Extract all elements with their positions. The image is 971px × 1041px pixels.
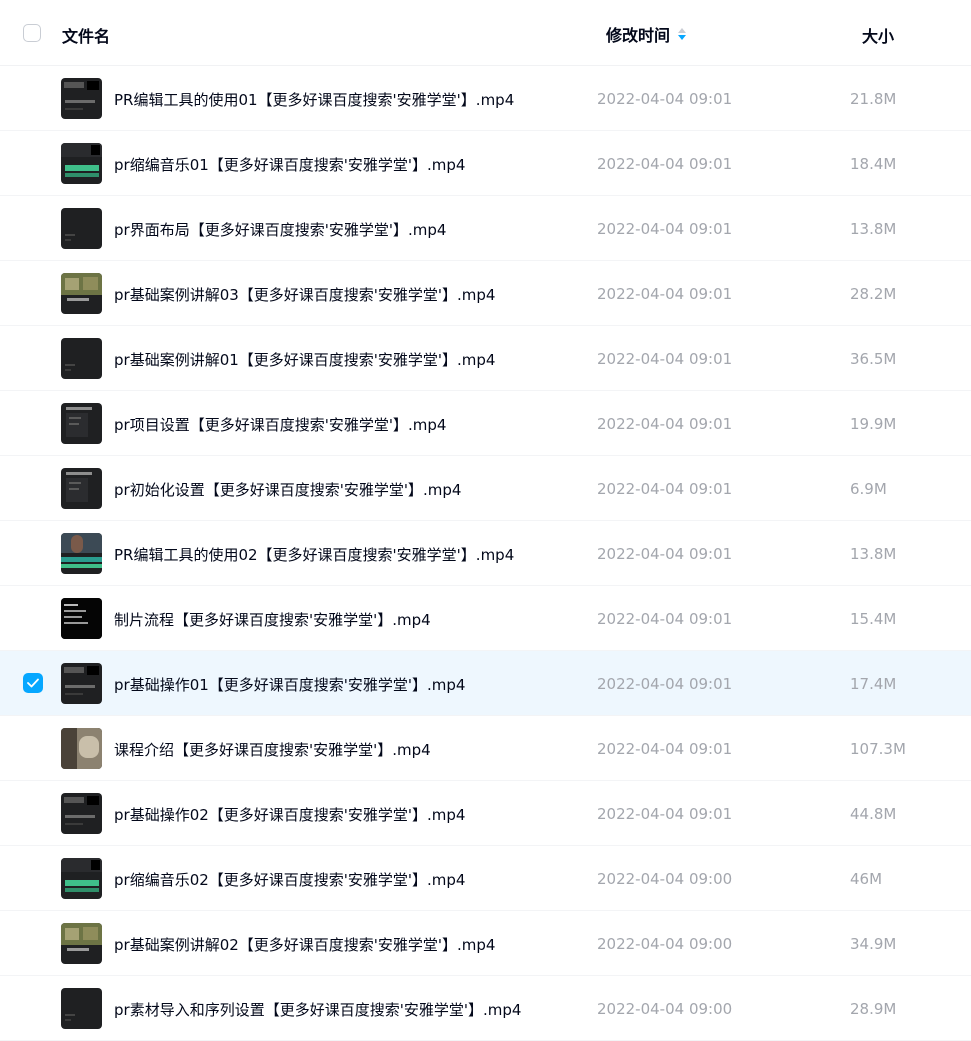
file-size: 15.4M — [850, 610, 897, 628]
file-row[interactable]: pr基础操作01【更多好课百度搜索'安雅学堂'】.mp4 2022-04-04 0… — [0, 651, 971, 716]
file-list-header: 文件名 修改时间 大小 — [0, 0, 971, 66]
file-name[interactable]: pr基础操作02【更多好课百度搜索'安雅学堂'】.mp4 — [114, 804, 465, 825]
video-thumbnail[interactable] — [61, 858, 102, 899]
column-header-modified-time[interactable]: 修改时间 — [606, 22, 670, 46]
sort-descending-icon[interactable] — [677, 27, 687, 41]
file-modified-time: 2022-04-04 09:01 — [597, 675, 733, 693]
file-name[interactable]: pr素材导入和序列设置【更多好课百度搜索'安雅学堂'】.mp4 — [114, 999, 521, 1020]
file-row[interactable]: pr缩编音乐02【更多好课百度搜索'安雅学堂'】.mp4 2022-04-04 0… — [0, 846, 971, 911]
video-thumbnail[interactable] — [61, 208, 102, 249]
file-size: 44.8M — [850, 805, 897, 823]
file-size: 18.4M — [850, 155, 897, 173]
row-checkbox[interactable] — [23, 478, 43, 498]
file-name[interactable]: PR编辑工具的使用01【更多好课百度搜索'安雅学堂'】.mp4 — [114, 89, 514, 110]
row-checkbox[interactable] — [23, 998, 43, 1018]
file-row[interactable]: pr基础案例讲解03【更多好课百度搜索'安雅学堂'】.mp4 2022-04-04… — [0, 261, 971, 326]
file-name[interactable]: pr基础案例讲解03【更多好课百度搜索'安雅学堂'】.mp4 — [114, 284, 495, 305]
file-row[interactable]: pr项目设置【更多好课百度搜索'安雅学堂'】.mp4 2022-04-04 09:… — [0, 391, 971, 456]
video-thumbnail[interactable] — [61, 143, 102, 184]
row-checkbox[interactable] — [23, 218, 43, 238]
row-checkbox[interactable] — [23, 868, 43, 888]
row-checkbox[interactable] — [23, 283, 43, 303]
file-name[interactable]: pr基础案例讲解02【更多好课百度搜索'安雅学堂'】.mp4 — [114, 934, 495, 955]
row-checkbox[interactable] — [23, 153, 43, 173]
checkmark-icon — [27, 678, 39, 688]
file-modified-time: 2022-04-04 09:01 — [597, 545, 733, 563]
file-modified-time: 2022-04-04 09:01 — [597, 740, 733, 758]
file-row[interactable]: pr基础案例讲解01【更多好课百度搜索'安雅学堂'】.mp4 2022-04-04… — [0, 326, 971, 391]
video-thumbnail[interactable] — [61, 988, 102, 1029]
file-name[interactable]: pr界面布局【更多好课百度搜索'安雅学堂'】.mp4 — [114, 219, 446, 240]
file-size: 107.3M — [850, 740, 906, 758]
row-checkbox[interactable] — [23, 413, 43, 433]
file-name[interactable]: pr初始化设置【更多好课百度搜索'安雅学堂'】.mp4 — [114, 479, 461, 500]
file-modified-time: 2022-04-04 09:00 — [597, 935, 733, 953]
video-thumbnail[interactable] — [61, 403, 102, 444]
file-modified-time: 2022-04-04 09:01 — [597, 285, 733, 303]
file-size: 46M — [850, 870, 883, 888]
file-row[interactable]: pr素材导入和序列设置【更多好课百度搜索'安雅学堂'】.mp4 2022-04-0… — [0, 976, 971, 1041]
file-row[interactable]: pr基础操作02【更多好课百度搜索'安雅学堂'】.mp4 2022-04-04 0… — [0, 781, 971, 846]
video-thumbnail[interactable] — [61, 793, 102, 834]
file-size: 34.9M — [850, 935, 897, 953]
file-modified-time: 2022-04-04 09:01 — [597, 610, 733, 628]
row-checkbox[interactable] — [23, 608, 43, 628]
file-name[interactable]: pr缩编音乐01【更多好课百度搜索'安雅学堂'】.mp4 — [114, 154, 465, 175]
row-checkbox[interactable] — [23, 348, 43, 368]
file-name[interactable]: pr项目设置【更多好课百度搜索'安雅学堂'】.mp4 — [114, 414, 446, 435]
row-checkbox[interactable] — [23, 803, 43, 823]
file-row[interactable]: pr界面布局【更多好课百度搜索'安雅学堂'】.mp4 2022-04-04 09:… — [0, 196, 971, 261]
file-size: 6.9M — [850, 480, 887, 498]
file-modified-time: 2022-04-04 09:00 — [597, 870, 733, 888]
file-modified-time: 2022-04-04 09:00 — [597, 1000, 733, 1018]
file-row[interactable]: 课程介绍【更多好课百度搜索'安雅学堂'】.mp4 2022-04-04 09:01… — [0, 716, 971, 781]
video-thumbnail[interactable] — [61, 923, 102, 964]
file-name[interactable]: pr基础操作01【更多好课百度搜索'安雅学堂'】.mp4 — [114, 674, 465, 695]
file-size: 28.9M — [850, 1000, 897, 1018]
file-name[interactable]: pr基础案例讲解01【更多好课百度搜索'安雅学堂'】.mp4 — [114, 349, 495, 370]
file-modified-time: 2022-04-04 09:01 — [597, 350, 733, 368]
video-thumbnail[interactable] — [61, 663, 102, 704]
file-name[interactable]: 制片流程【更多好课百度搜索'安雅学堂'】.mp4 — [114, 609, 431, 630]
select-all-checkbox[interactable] — [23, 24, 41, 42]
file-row[interactable]: pr初始化设置【更多好课百度搜索'安雅学堂'】.mp4 2022-04-04 09… — [0, 456, 971, 521]
file-name[interactable]: pr缩编音乐02【更多好课百度搜索'安雅学堂'】.mp4 — [114, 869, 465, 890]
file-size: 13.8M — [850, 545, 897, 563]
row-checkbox-checked[interactable] — [23, 673, 43, 693]
file-name[interactable]: PR编辑工具的使用02【更多好课百度搜索'安雅学堂'】.mp4 — [114, 544, 514, 565]
video-thumbnail[interactable] — [61, 728, 102, 769]
column-header-size[interactable]: 大小 — [862, 23, 894, 47]
file-size: 13.8M — [850, 220, 897, 238]
file-row[interactable]: pr缩编音乐01【更多好课百度搜索'安雅学堂'】.mp4 2022-04-04 0… — [0, 131, 971, 196]
row-checkbox[interactable] — [23, 738, 43, 758]
file-row[interactable]: PR编辑工具的使用01【更多好课百度搜索'安雅学堂'】.mp4 2022-04-0… — [0, 66, 971, 131]
row-checkbox[interactable] — [23, 933, 43, 953]
file-size: 21.8M — [850, 90, 897, 108]
file-size: 19.9M — [850, 415, 897, 433]
video-thumbnail[interactable] — [61, 78, 102, 119]
video-thumbnail[interactable] — [61, 598, 102, 639]
file-row[interactable]: pr基础案例讲解02【更多好课百度搜索'安雅学堂'】.mp4 2022-04-04… — [0, 911, 971, 976]
file-name[interactable]: 课程介绍【更多好课百度搜索'安雅学堂'】.mp4 — [114, 739, 431, 760]
file-row[interactable]: 制片流程【更多好课百度搜索'安雅学堂'】.mp4 2022-04-04 09:01… — [0, 586, 971, 651]
video-thumbnail[interactable] — [61, 273, 102, 314]
file-size: 36.5M — [850, 350, 897, 368]
video-thumbnail[interactable] — [61, 468, 102, 509]
row-checkbox[interactable] — [23, 88, 43, 108]
file-modified-time: 2022-04-04 09:01 — [597, 155, 733, 173]
file-modified-time: 2022-04-04 09:01 — [597, 415, 733, 433]
file-size: 28.2M — [850, 285, 897, 303]
file-modified-time: 2022-04-04 09:01 — [597, 220, 733, 238]
file-row[interactable]: PR编辑工具的使用02【更多好课百度搜索'安雅学堂'】.mp4 2022-04-0… — [0, 521, 971, 586]
file-list: PR编辑工具的使用01【更多好课百度搜索'安雅学堂'】.mp4 2022-04-0… — [0, 66, 971, 1041]
file-modified-time: 2022-04-04 09:01 — [597, 805, 733, 823]
file-modified-time: 2022-04-04 09:01 — [597, 90, 733, 108]
video-thumbnail[interactable] — [61, 338, 102, 379]
video-thumbnail[interactable] — [61, 533, 102, 574]
row-checkbox[interactable] — [23, 543, 43, 563]
column-header-name[interactable]: 文件名 — [62, 23, 110, 47]
file-size: 17.4M — [850, 675, 897, 693]
file-modified-time: 2022-04-04 09:01 — [597, 480, 733, 498]
